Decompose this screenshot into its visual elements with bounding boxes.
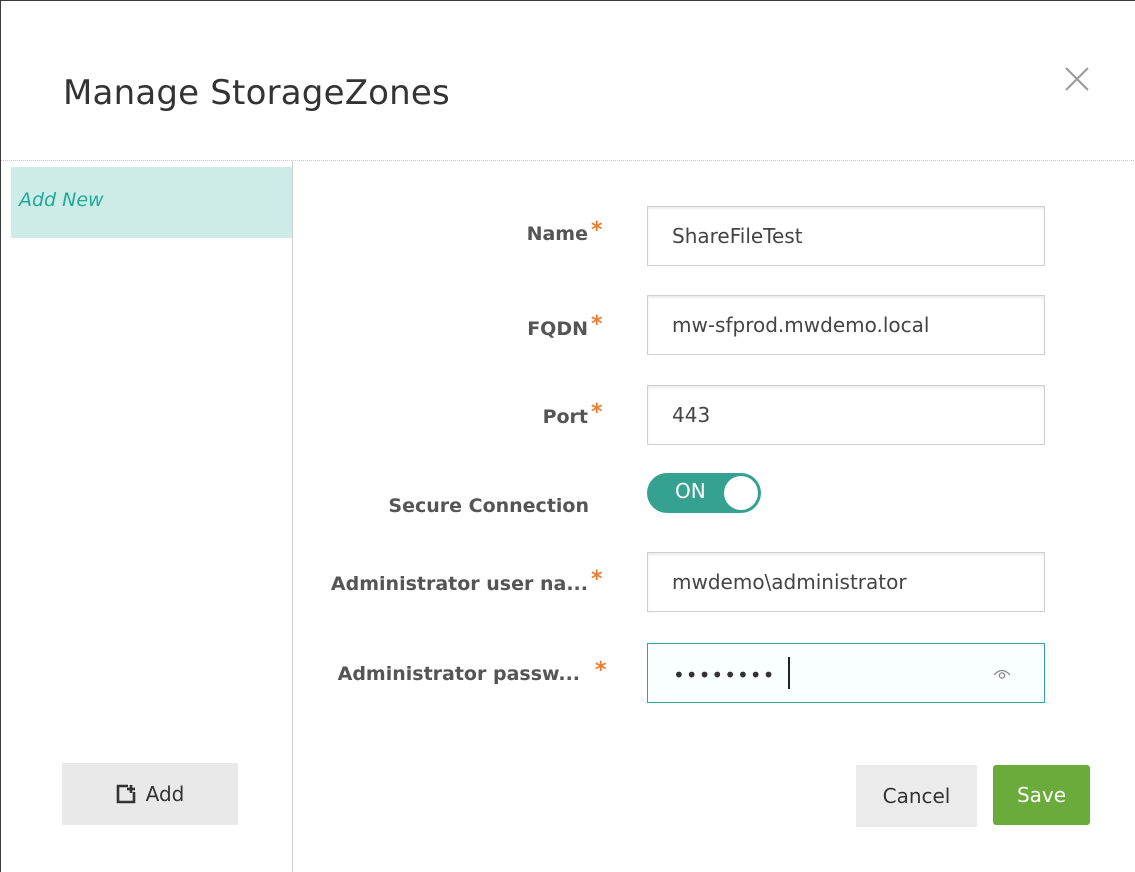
admin-password-required-marker: * — [595, 658, 607, 683]
eye-icon[interactable] — [993, 666, 1011, 680]
password-mask: •••••••• — [673, 663, 776, 687]
sidebar-item-add-new[interactable]: Add New — [11, 167, 292, 238]
add-button[interactable]: Add — [62, 763, 238, 825]
toggle-state-label: ON — [675, 479, 706, 503]
admin-password-label: Administrator passw... — [337, 663, 580, 685]
name-field[interactable] — [647, 206, 1045, 266]
admin-username-field[interactable] — [647, 552, 1045, 612]
name-label: Name — [526, 223, 588, 245]
admin-username-required-marker: * — [591, 567, 603, 592]
port-required-marker: * — [591, 400, 603, 425]
text-caret — [788, 657, 790, 689]
manage-storagezones-dialog: Manage StorageZones Add New Add Name * F… — [0, 0, 1135, 872]
secure-connection-label: Secure Connection — [388, 495, 589, 517]
admin-username-label: Administrator user na... — [330, 573, 588, 595]
cancel-button[interactable]: Cancel — [856, 765, 977, 827]
sidebar: Add New Add — [1, 161, 293, 872]
port-field[interactable] — [647, 385, 1045, 445]
port-label: Port — [542, 406, 588, 428]
add-button-label: Add — [145, 782, 185, 806]
fqdn-label: FQDN — [527, 318, 588, 340]
dialog-title: Manage StorageZones — [63, 73, 450, 113]
add-item-icon — [116, 784, 136, 804]
save-button[interactable]: Save — [993, 765, 1090, 825]
close-icon[interactable] — [1061, 63, 1093, 95]
secure-connection-toggle[interactable]: ON — [647, 473, 761, 513]
name-required-marker: * — [591, 218, 603, 243]
fqdn-required-marker: * — [591, 312, 603, 337]
fqdn-field[interactable] — [647, 295, 1045, 355]
toggle-knob — [724, 476, 758, 510]
